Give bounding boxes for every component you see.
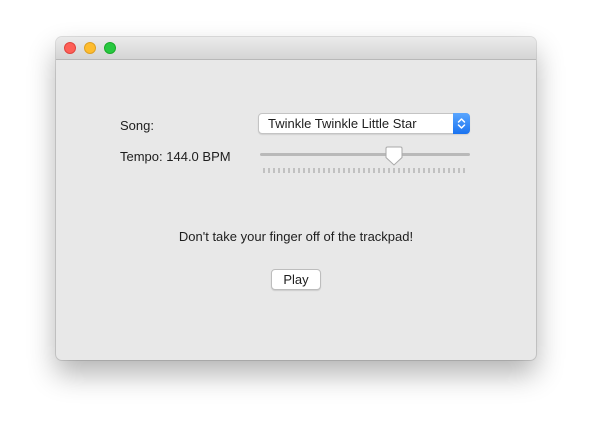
song-selected-value: Twinkle Twinkle Little Star <box>268 116 417 131</box>
window-content: Song: Twinkle Twinkle Little Star Tempo:… <box>56 60 536 360</box>
instructions-text: Don't take your finger off of the trackp… <box>178 229 414 244</box>
app-window: Song: Twinkle Twinkle Little Star Tempo:… <box>56 37 536 360</box>
tempo-unit: BPM <box>198 149 231 164</box>
desktop: Song: Twinkle Twinkle Little Star Tempo:… <box>0 0 592 434</box>
song-label: Song: <box>120 118 154 133</box>
close-icon[interactable] <box>64 42 76 54</box>
tempo-label: Tempo: 144.0 BPM <box>120 149 231 164</box>
zoom-icon[interactable] <box>104 42 116 54</box>
tempo-slider[interactable] <box>258 144 472 178</box>
popup-arrows-icon <box>453 113 470 134</box>
slider-track[interactable] <box>260 153 470 156</box>
tempo-label-prefix: Tempo: <box>120 149 167 164</box>
tempo-value: 144.0 <box>166 149 199 164</box>
title-bar[interactable] <box>56 37 536 60</box>
slider-tick-marks <box>263 168 465 173</box>
slider-knob[interactable] <box>385 146 403 166</box>
play-button[interactable]: Play <box>271 269 321 290</box>
minimize-icon[interactable] <box>84 42 96 54</box>
song-popup-button[interactable]: Twinkle Twinkle Little Star <box>258 113 470 134</box>
